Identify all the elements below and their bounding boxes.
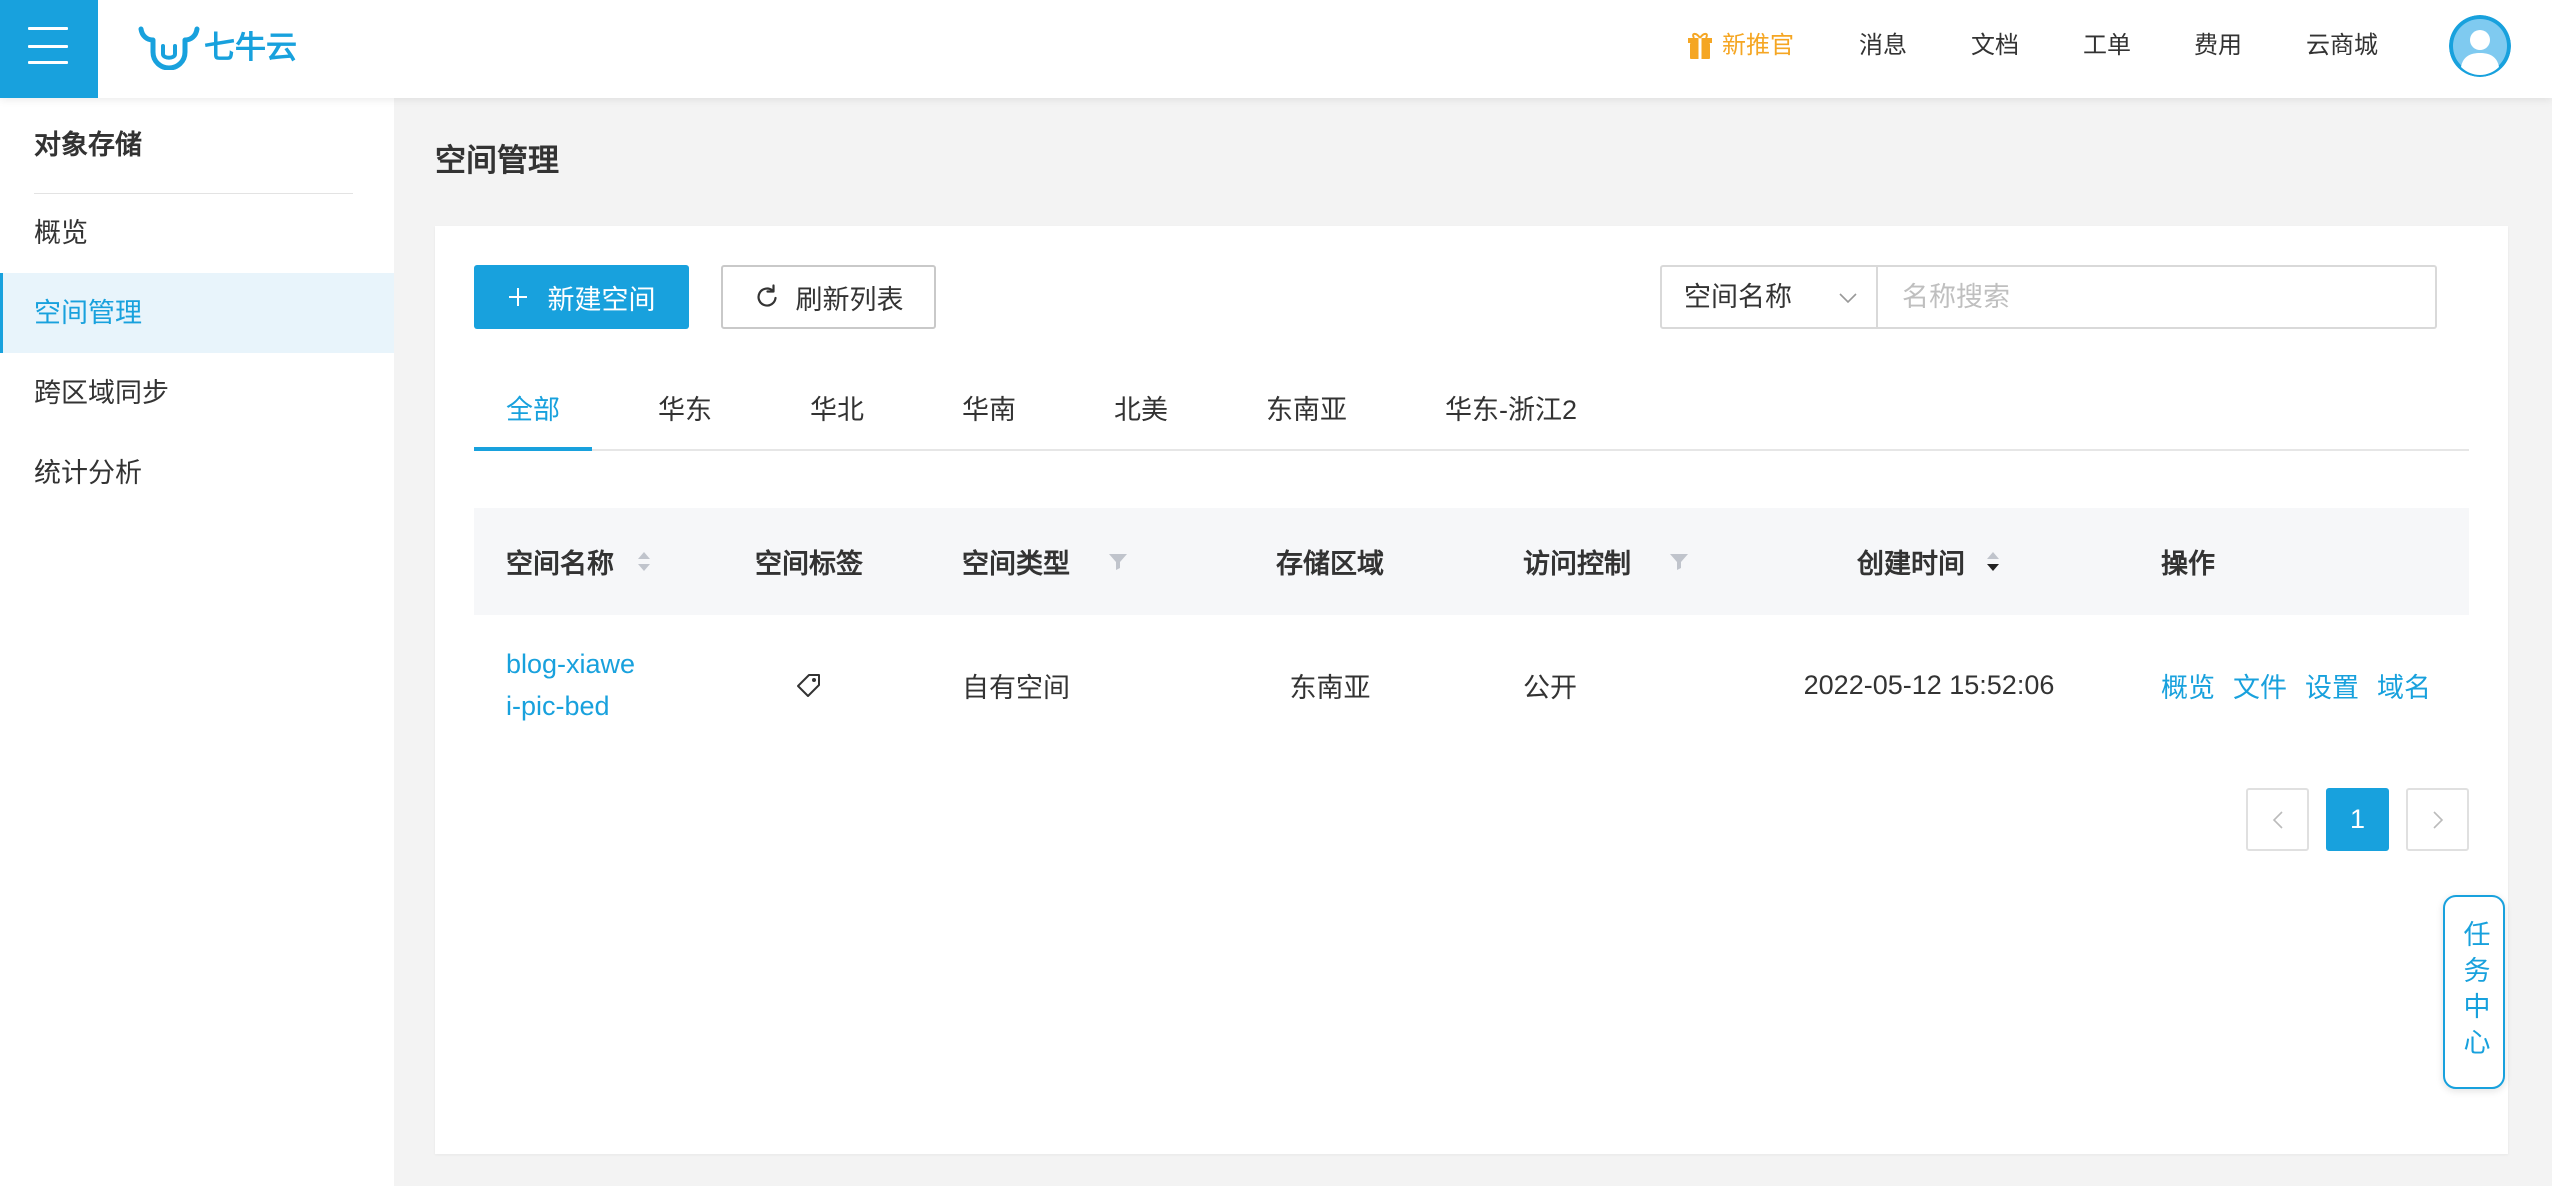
column-label: 访问控制	[1523, 549, 1631, 579]
tab-north-china[interactable]: 华北	[778, 366, 896, 449]
nav-promo[interactable]: 新推官	[1688, 31, 1794, 61]
column-label: 操作	[2161, 549, 2215, 579]
tab-north-america[interactable]: 北美	[1082, 366, 1200, 449]
column-bucket-tag: 空间标签	[729, 508, 889, 615]
bucket-name-link[interactable]: blog-xiawei-pic-bed	[506, 643, 638, 727]
column-label: 空间名称	[506, 549, 614, 579]
column-label: 创建时间	[1857, 549, 1965, 579]
cell-created-time: 2022-05-12 15:52:06	[1803, 669, 2055, 700]
region-tabs: 全部 华东 华北 华南 北美 东南亚 华东-浙江2	[474, 366, 2469, 451]
column-actions: 操作	[2161, 508, 2215, 615]
qiniu-logo-icon	[138, 26, 200, 70]
nav-messages[interactable]: 消息	[1859, 31, 1907, 61]
gift-icon	[1688, 32, 1712, 59]
refresh-list-label: 刷新列表	[795, 284, 904, 315]
bucket-name-search-input[interactable]	[1878, 265, 2437, 329]
nav-marketplace[interactable]: 云商城	[2306, 31, 2378, 61]
nav-tickets[interactable]: 工单	[2083, 31, 2131, 61]
pagination-prev-button[interactable]	[2246, 788, 2309, 851]
cell-region: 东南亚	[1289, 672, 1371, 703]
top-header: 七牛云 新推官 消息 文档 工单 费用 云商城	[0, 0, 2552, 98]
sidebar-item-overview[interactable]: 概览	[0, 193, 394, 273]
bucket-list-card: 新建空间 刷新列表 空间名称 全部 华东 华北 华南 北美 东南亚 华东-浙江2…	[435, 226, 2508, 1154]
search-field-select[interactable]: 空间名称	[1660, 265, 1878, 329]
create-bucket-label: 新建空间	[547, 284, 656, 315]
create-bucket-button[interactable]: 新建空间	[474, 265, 689, 329]
table-header: 空间名称 空间标签 空间类型 存储区域 访问控制 创建时间 操作	[474, 508, 2469, 615]
table-row: blog-xiawei-pic-bed 自有空间 东南亚 公开 2022-05-…	[474, 615, 2469, 755]
action-overview-link[interactable]: 概览	[2161, 666, 2215, 705]
qiniu-logo[interactable]: 七牛云	[138, 25, 297, 71]
action-domain-link[interactable]: 域名	[2377, 666, 2431, 705]
column-label: 空间类型	[962, 549, 1070, 579]
sidebar-item-bucket-management[interactable]: 空间管理	[0, 273, 394, 353]
cell-actions: 概览 文件 设置 域名	[2161, 615, 2449, 755]
pagination-next-button[interactable]	[2406, 788, 2469, 851]
action-settings-link[interactable]: 设置	[2305, 666, 2359, 705]
chevron-right-icon	[2432, 810, 2443, 829]
sidebar-item-cross-region-sync[interactable]: 跨区域同步	[0, 353, 394, 433]
hamburger-menu-icon[interactable]	[0, 0, 98, 98]
filter-icon[interactable]	[1108, 553, 1128, 571]
page-title: 空间管理	[435, 143, 559, 178]
tab-southeast-asia[interactable]: 东南亚	[1234, 366, 1379, 449]
column-label: 空间标签	[755, 549, 863, 579]
column-label: 存储区域	[1276, 549, 1384, 579]
cell-access-control: 公开	[1523, 672, 1577, 703]
sort-icon[interactable]	[636, 549, 652, 575]
user-avatar-icon[interactable]	[2449, 15, 2511, 77]
task-center-button[interactable]: 任务中心	[2443, 895, 2505, 1089]
nav-billing[interactable]: 费用	[2194, 31, 2242, 61]
action-files-link[interactable]: 文件	[2233, 666, 2287, 705]
cell-bucket-tag	[729, 615, 889, 755]
refresh-icon	[756, 284, 777, 307]
cell-bucket-type: 自有空间	[962, 672, 1070, 703]
chevron-down-icon	[1839, 293, 1857, 304]
chevron-left-icon	[2272, 810, 2283, 829]
pagination-page-current[interactable]: 1	[2326, 788, 2389, 851]
logo-text: 七牛云	[204, 30, 297, 65]
sidebar: 对象存储 概览 空间管理 跨区域同步 统计分析	[0, 98, 394, 1186]
tag-icon[interactable]	[795, 671, 823, 699]
sidebar-title: 对象存储	[34, 130, 142, 160]
column-created-time: 创建时间	[1729, 508, 2129, 615]
column-bucket-name: 空间名称	[506, 508, 652, 615]
column-access-control: 访问控制	[1523, 508, 1689, 615]
nav-promo-label: 新推官	[1722, 32, 1794, 59]
task-center-label: 任务中心	[2459, 920, 2490, 1064]
tab-east-china-zhejiang2[interactable]: 华东-浙江2	[1413, 366, 1609, 449]
tab-south-china[interactable]: 华南	[930, 366, 1048, 449]
column-region: 存储区域	[1230, 508, 1430, 615]
tab-all[interactable]: 全部	[474, 366, 592, 451]
refresh-list-button[interactable]: 刷新列表	[721, 265, 936, 329]
plus-icon	[508, 288, 527, 306]
sidebar-divider	[34, 193, 353, 194]
column-bucket-type: 空间类型	[962, 508, 1128, 615]
nav-docs[interactable]: 文档	[1971, 31, 2019, 61]
search-field-value: 空间名称	[1684, 282, 1792, 312]
tab-east-china[interactable]: 华东	[626, 366, 744, 449]
sidebar-item-statistics[interactable]: 统计分析	[0, 433, 394, 513]
filter-icon[interactable]	[1669, 553, 1689, 571]
sort-desc-icon[interactable]	[1985, 549, 2001, 575]
